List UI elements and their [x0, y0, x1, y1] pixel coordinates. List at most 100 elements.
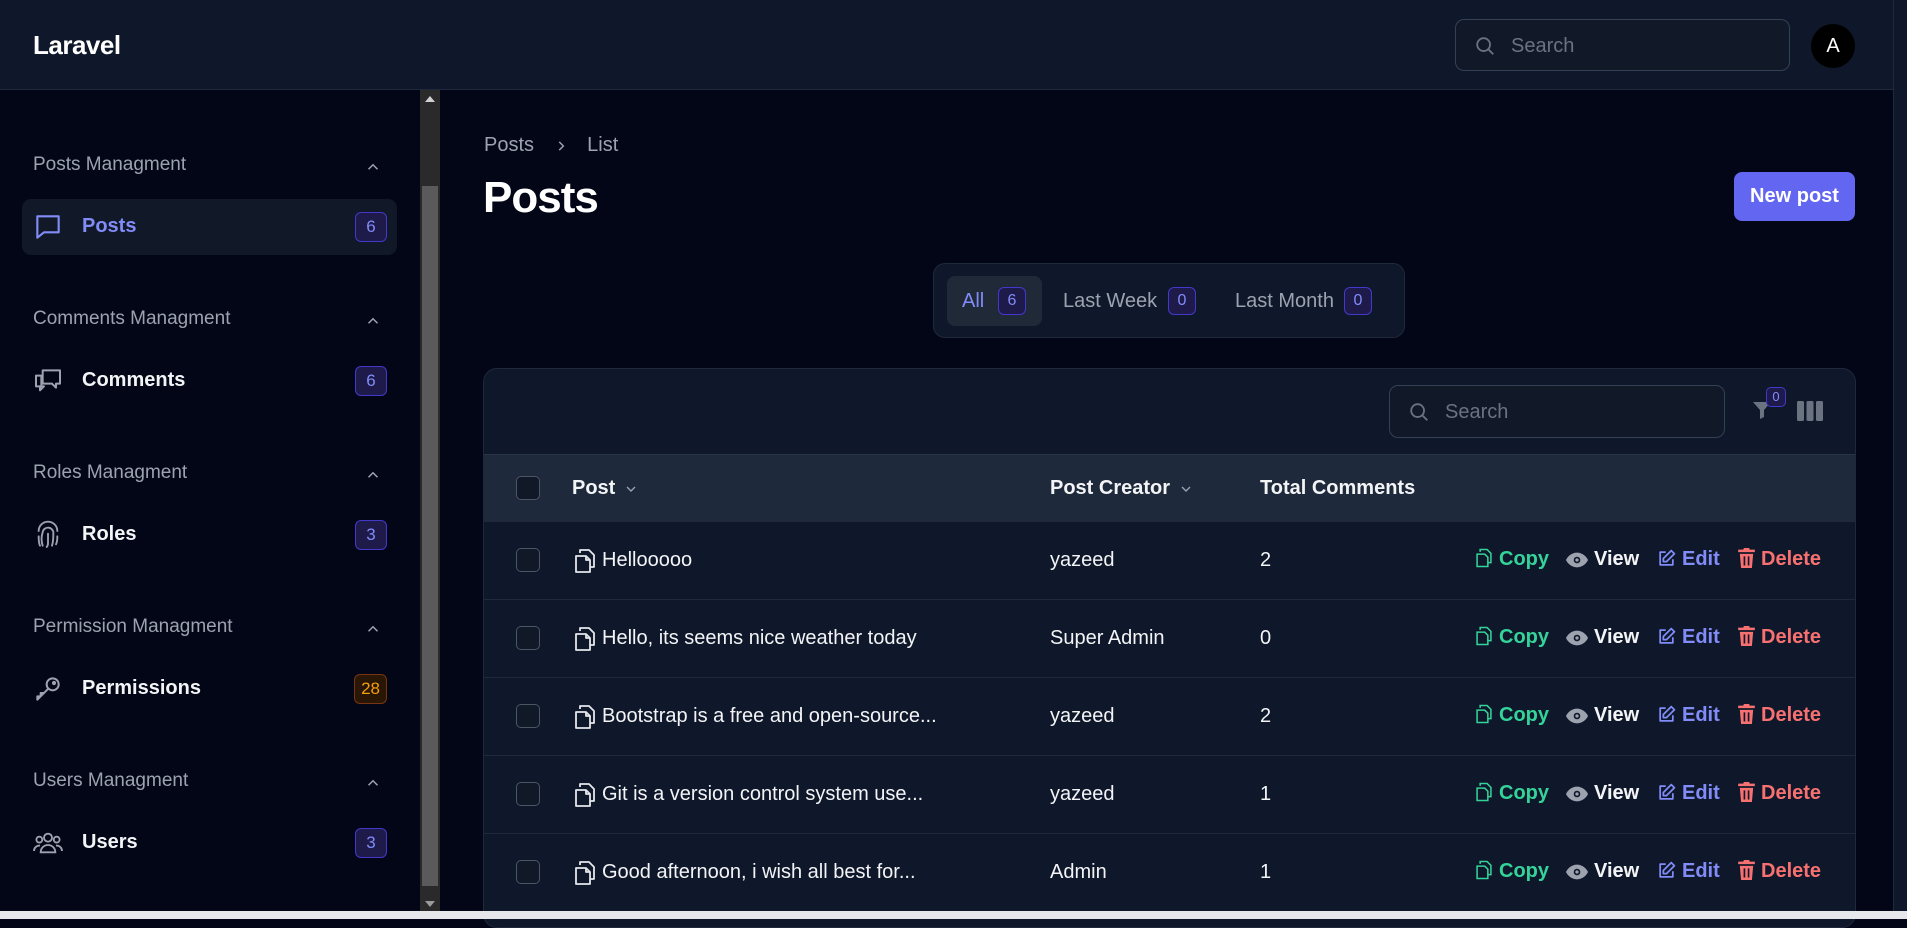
edit-button[interactable]: Edit [1657, 782, 1720, 805]
row-checkbox[interactable] [516, 626, 540, 650]
table-row[interactable]: Git is a version control system use... y… [484, 755, 1855, 833]
table-row[interactable]: Hello, its seems nice weather today Supe… [484, 599, 1855, 677]
scroll-up-arrow[interactable] [425, 96, 435, 102]
delete-label: Delete [1761, 548, 1822, 570]
delete-button[interactable]: Delete [1738, 860, 1821, 883]
copy-icon [1476, 548, 1492, 568]
copy-button[interactable]: Copy [1475, 860, 1549, 883]
global-search[interactable] [1455, 19, 1790, 71]
pencil-square-icon [1659, 549, 1676, 566]
edit-button[interactable]: Edit [1657, 548, 1720, 571]
pencil-square-icon [1659, 861, 1676, 878]
view-label: View [1594, 548, 1640, 570]
search-icon [1410, 403, 1428, 421]
window-bottom-edge [0, 911, 1907, 919]
sidebar-item-roles[interactable]: Roles 3 [22, 507, 397, 563]
delete-button[interactable]: Delete [1738, 704, 1821, 727]
copy-button[interactable]: Copy [1475, 704, 1549, 727]
breadcrumb-posts[interactable]: Posts [484, 134, 534, 157]
edit-button[interactable]: Edit [1657, 704, 1720, 727]
eye-icon [1566, 552, 1588, 568]
sidebar-item-permissions[interactable]: Permissions 28 [22, 661, 397, 717]
eye-icon [1566, 864, 1588, 880]
column-post[interactable]: Post [572, 477, 639, 500]
posts-table: 0 Post Post Creator Total Comments Hello… [483, 368, 1856, 928]
chevron-down-icon [1181, 486, 1191, 492]
table-row[interactable]: Hellooooo yazeed 2 Copy View Edit Delete [484, 521, 1855, 599]
total-comments: 1 [1260, 861, 1272, 883]
tab-count-badge: 0 [1168, 287, 1196, 315]
delete-label: Delete [1761, 626, 1822, 648]
page-scrollbar[interactable] [1893, 0, 1907, 919]
view-button[interactable]: View [1566, 782, 1639, 805]
delete-label: Delete [1761, 860, 1822, 882]
search-icon [1476, 37, 1494, 55]
edit-label: Edit [1682, 704, 1720, 726]
columns-icon[interactable] [1797, 400, 1823, 422]
row-checkbox[interactable] [516, 860, 540, 884]
view-button[interactable]: View [1566, 860, 1639, 883]
tab-last-month[interactable]: Last Month 0 [1222, 276, 1392, 326]
table-search-input[interactable] [1445, 399, 1705, 425]
delete-button[interactable]: Delete [1738, 782, 1821, 805]
tab-last-week[interactable]: Last Week 0 [1050, 276, 1210, 326]
view-button[interactable]: View [1566, 704, 1639, 727]
view-button[interactable]: View [1566, 548, 1639, 571]
sidebar-item-users[interactable]: Users 3 [22, 815, 397, 871]
sidebar-item-label: Roles [82, 523, 137, 545]
copy-button[interactable]: Copy [1475, 782, 1549, 805]
new-post-button[interactable]: New post [1734, 172, 1855, 221]
sidebar-item-posts[interactable]: Posts 6 [22, 199, 397, 255]
delete-button[interactable]: Delete [1738, 626, 1821, 649]
document-duplicate-icon [575, 861, 595, 885]
sidebar-group-posts[interactable]: Posts Managment [33, 154, 186, 176]
scroll-down-arrow[interactable] [425, 901, 435, 907]
chevron-up-icon[interactable] [364, 158, 382, 176]
table-row[interactable]: Good afternoon, i wish all best for... A… [484, 833, 1855, 911]
sidebar-item-label: Permissions [82, 677, 201, 699]
delete-button[interactable]: Delete [1738, 548, 1821, 571]
chevron-up-icon[interactable] [364, 312, 382, 330]
trash-icon [1738, 860, 1755, 880]
chevron-up-icon[interactable] [364, 774, 382, 792]
total-comments: 1 [1260, 783, 1272, 805]
row-checkbox[interactable] [516, 704, 540, 728]
chevron-up-icon[interactable] [364, 466, 382, 484]
sidebar-item-label: Comments [82, 369, 186, 391]
sidebar-scrollbar[interactable] [420, 90, 440, 913]
copy-icon [1476, 704, 1492, 724]
total-comments: 0 [1260, 627, 1272, 649]
sidebar-item-comments[interactable]: Comments 6 [22, 353, 397, 409]
view-label: View [1594, 626, 1640, 648]
sidebar-group-users[interactable]: Users Managment [33, 770, 188, 792]
row-checkbox[interactable] [516, 548, 540, 572]
post-creator: yazeed [1050, 783, 1115, 805]
post-title: Good afternoon, i wish all best for... [602, 861, 916, 883]
view-button[interactable]: View [1566, 626, 1639, 649]
scrollbar-thumb[interactable] [422, 186, 438, 886]
sidebar-group-comments[interactable]: Comments Managment [33, 308, 230, 330]
tab-all[interactable]: All 6 [947, 276, 1042, 326]
edit-button[interactable]: Edit [1657, 626, 1720, 649]
column-post-creator[interactable]: Post Creator [1050, 477, 1194, 500]
global-search-input[interactable] [1511, 33, 1771, 59]
total-comments: 2 [1260, 705, 1272, 727]
brand-logo[interactable]: Laravel [33, 30, 121, 61]
copy-icon [1476, 860, 1492, 880]
row-checkbox[interactable] [516, 782, 540, 806]
avatar[interactable]: A [1811, 24, 1855, 68]
tab-count-badge: 0 [1344, 287, 1372, 315]
table-search[interactable] [1389, 385, 1725, 438]
sidebar-group-roles[interactable]: Roles Managment [33, 462, 187, 484]
post-creator: Admin [1050, 861, 1107, 883]
copy-button[interactable]: Copy [1475, 548, 1549, 571]
edit-button[interactable]: Edit [1657, 860, 1720, 883]
chevron-up-icon[interactable] [364, 620, 382, 638]
eye-icon [1566, 786, 1588, 802]
sidebar-group-permissions[interactable]: Permission Managment [33, 616, 233, 638]
view-label: View [1594, 704, 1640, 726]
post-title: Bootstrap is a free and open-source... [602, 705, 937, 727]
table-row[interactable]: Bootstrap is a free and open-source... y… [484, 677, 1855, 755]
select-all-checkbox[interactable] [516, 476, 540, 500]
copy-button[interactable]: Copy [1475, 626, 1549, 649]
